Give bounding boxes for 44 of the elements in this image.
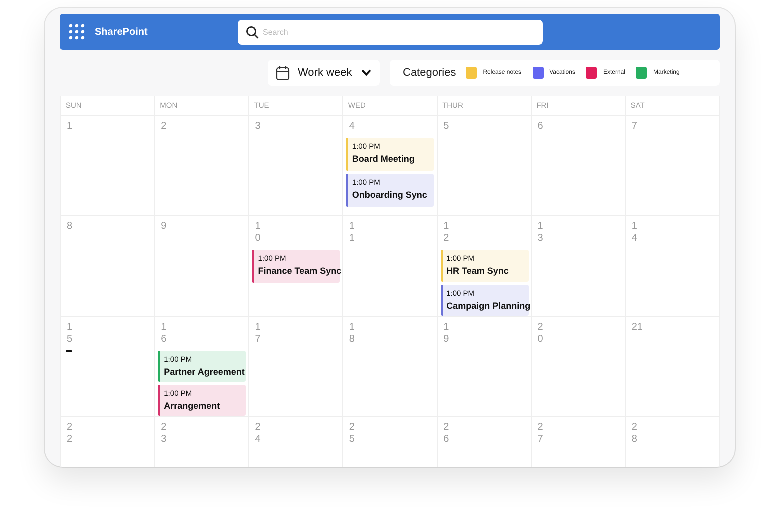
day-number: 25 <box>349 422 355 446</box>
search-field[interactable]: Search <box>238 20 543 44</box>
event-title: Arrangement <box>164 401 222 411</box>
day-number: 27 <box>538 422 544 446</box>
day-number: 7 <box>632 121 638 133</box>
day-number: 1 <box>67 121 73 133</box>
day-number: 12 <box>444 221 450 245</box>
day-number: 11 <box>349 221 355 245</box>
day-number: 28 <box>632 422 638 446</box>
event-title: Partner Agreement <box>164 367 246 377</box>
day-number: 21 <box>632 322 643 334</box>
day-number: 23 <box>161 422 167 446</box>
day-number: 8 <box>67 221 73 233</box>
day-number: 6 <box>538 121 544 133</box>
event-title: Board Meeting <box>352 154 416 164</box>
event-title: HR Team Sync <box>446 266 510 276</box>
day-number: 17 <box>255 322 261 346</box>
event-title: Finance Team Sync <box>258 266 340 276</box>
day-number: 16 <box>161 322 167 346</box>
day-number: 4 <box>349 121 355 133</box>
day-number: 13 <box>538 221 544 245</box>
day-number: 19 <box>444 322 450 346</box>
app-title: SharePoint <box>95 26 148 38</box>
day-number: 9 <box>161 221 167 233</box>
app-launcher-icon[interactable] <box>69 24 85 40</box>
calendar-icon[interactable] <box>276 66 290 80</box>
categories-label: Categories <box>403 67 456 79</box>
event-title: Campaign Planning <box>446 300 529 310</box>
event-title: Onboarding Sync <box>352 190 428 200</box>
more-events-indicator[interactable]: ••• <box>66 347 72 356</box>
day-number: 20 <box>538 322 544 346</box>
day-number: 26 <box>444 422 450 446</box>
day-number: 15 <box>67 322 73 346</box>
day-number: 2 <box>161 121 167 133</box>
view-dropdown[interactable]: Work week <box>268 60 380 86</box>
day-number: 5 <box>444 121 450 133</box>
day-number: 22 <box>67 422 73 446</box>
day-number: 14 <box>632 221 638 245</box>
chevron-down-icon[interactable] <box>361 69 372 77</box>
day-number: 10 <box>255 221 261 245</box>
search-icon[interactable] <box>246 26 259 38</box>
day-number: 24 <box>255 422 261 446</box>
day-number: 18 <box>349 322 355 346</box>
day-number: 3 <box>255 121 261 133</box>
